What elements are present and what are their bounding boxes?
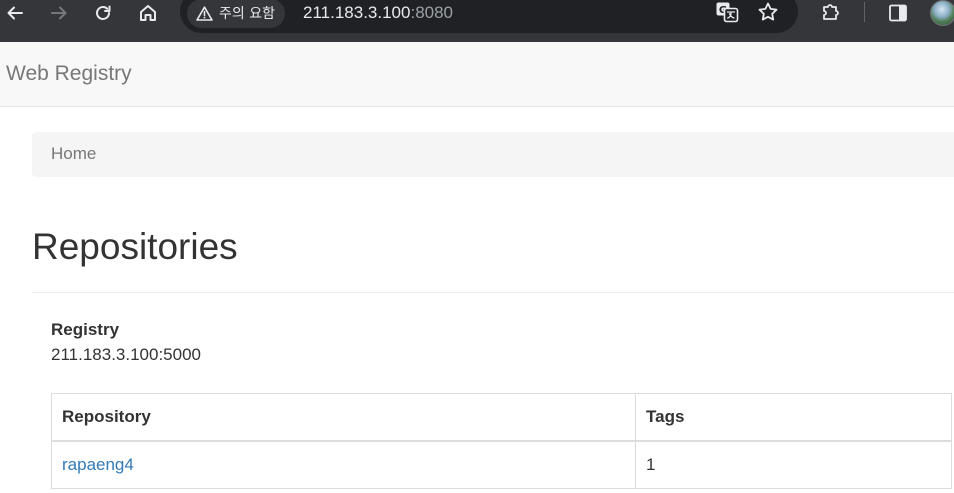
home-button[interactable] (133, 0, 163, 26)
translate-icon: G (716, 2, 739, 23)
back-button[interactable] (0, 0, 30, 26)
side-panel-button[interactable] (883, 0, 913, 26)
translate-button[interactable]: G (715, 1, 739, 28)
arrow-right-icon (51, 6, 67, 20)
brand-link[interactable]: Web Registry (6, 63, 132, 84)
star-icon (758, 2, 778, 21)
breadcrumb: Home (32, 132, 954, 177)
header-divider (32, 292, 954, 293)
extensions-button[interactable] (816, 0, 846, 25)
table-row: rapaeng4 1 (51, 440, 952, 489)
bookmark-button[interactable] (757, 1, 779, 28)
column-header-repository: Repository (51, 393, 636, 442)
url-port: :8080 (410, 3, 454, 22)
toolbar-divider (864, 2, 865, 22)
security-warning-text: 주의 요함 (219, 5, 275, 22)
repository-link[interactable]: rapaeng4 (62, 455, 134, 474)
avatar[interactable] (930, 0, 954, 26)
address-bar[interactable]: 주의 요함 211.183.3.100:8080 G (180, 0, 798, 33)
warning-triangle-icon (196, 6, 213, 21)
security-chip[interactable]: 주의 요함 (187, 0, 285, 28)
reload-icon (96, 5, 111, 20)
registry-label: Registry (51, 320, 120, 339)
forward-button[interactable] (44, 0, 74, 26)
table-header-row: Repository Tags (51, 393, 952, 442)
app-navbar: Web Registry (0, 42, 954, 107)
home-icon (140, 5, 156, 21)
url-host: 211.183.3.100 (303, 3, 411, 22)
puzzle-icon (823, 4, 839, 20)
url-text[interactable]: 211.183.3.100:8080 (303, 4, 453, 21)
side-panel-icon (889, 4, 907, 22)
arrow-left-icon (7, 6, 23, 20)
tags-cell: 1 (635, 440, 952, 489)
breadcrumb-item-home: Home (51, 144, 97, 163)
repository-cell: rapaeng4 (51, 440, 636, 489)
page-title: Repositories (32, 226, 238, 267)
column-header-tags: Tags (635, 393, 952, 442)
reload-button[interactable] (88, 0, 118, 26)
registry-address: 211.183.3.100:5000 (51, 345, 201, 364)
browser-toolbar: 주의 요함 211.183.3.100:8080 G (0, 0, 954, 42)
repositories-table: Repository Tags rapaeng4 1 (51, 393, 952, 489)
